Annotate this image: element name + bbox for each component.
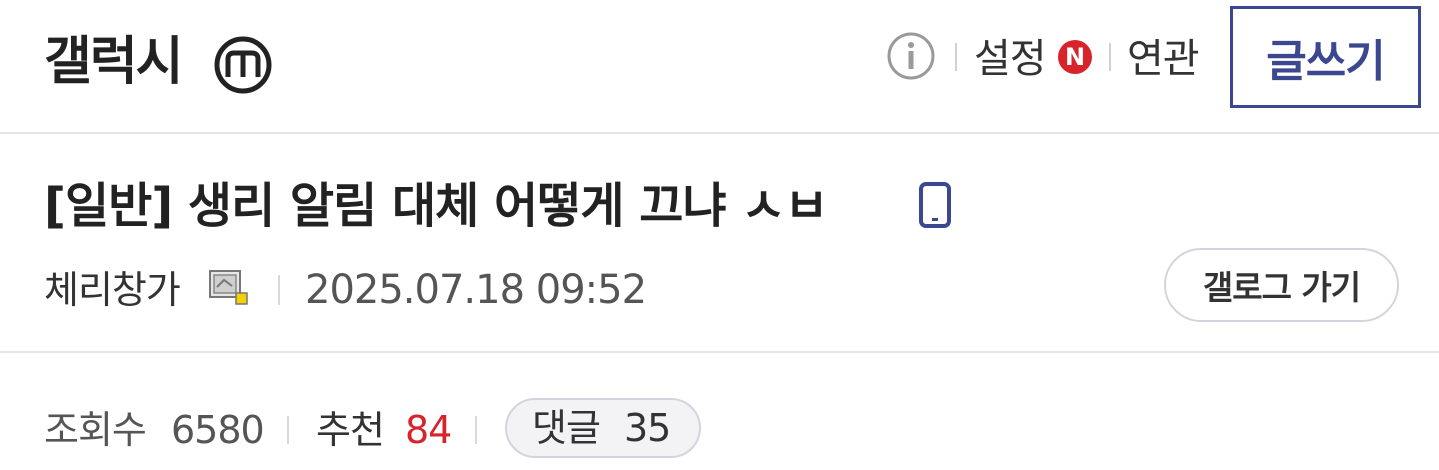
divider	[287, 416, 289, 444]
recommend-value: 84	[405, 408, 452, 452]
mobile-phone-icon	[919, 182, 951, 228]
post-title: [일반] 생리 알림 대체 어떻게 끄냐 ㅅㅂ	[44, 178, 829, 234]
views-value: 6580	[171, 408, 265, 452]
divider	[1109, 43, 1111, 71]
gallery-header: 갤럭시 설정 N 연관 글쓰기	[0, 0, 1439, 134]
fixed-nick-icon	[209, 270, 248, 305]
comments-label: 댓글	[532, 406, 601, 450]
divider	[475, 416, 477, 444]
section-divider	[0, 351, 1439, 353]
write-button[interactable]: 글쓰기	[1230, 6, 1421, 108]
gallog-button[interactable]: 갤로그 가기	[1164, 248, 1399, 322]
recommend-label: 추천	[316, 408, 385, 452]
author-nickname[interactable]: 체리창가	[44, 266, 181, 314]
comments-value: 35	[624, 406, 671, 450]
gallery-title[interactable]: 갤럭시	[44, 30, 184, 94]
info-icon[interactable]	[886, 31, 936, 81]
post-date: 2025.07.18 09:52	[305, 267, 647, 313]
related-link[interactable]: 연관	[1127, 34, 1200, 84]
divider	[278, 275, 280, 305]
minor-gallery-m-icon	[214, 36, 272, 94]
views-label: 조회수	[44, 408, 147, 452]
divider	[955, 43, 957, 71]
new-badge-icon: N	[1058, 40, 1092, 74]
settings-link[interactable]: 설정	[974, 34, 1047, 84]
new-badge-letter: N	[1065, 43, 1085, 71]
